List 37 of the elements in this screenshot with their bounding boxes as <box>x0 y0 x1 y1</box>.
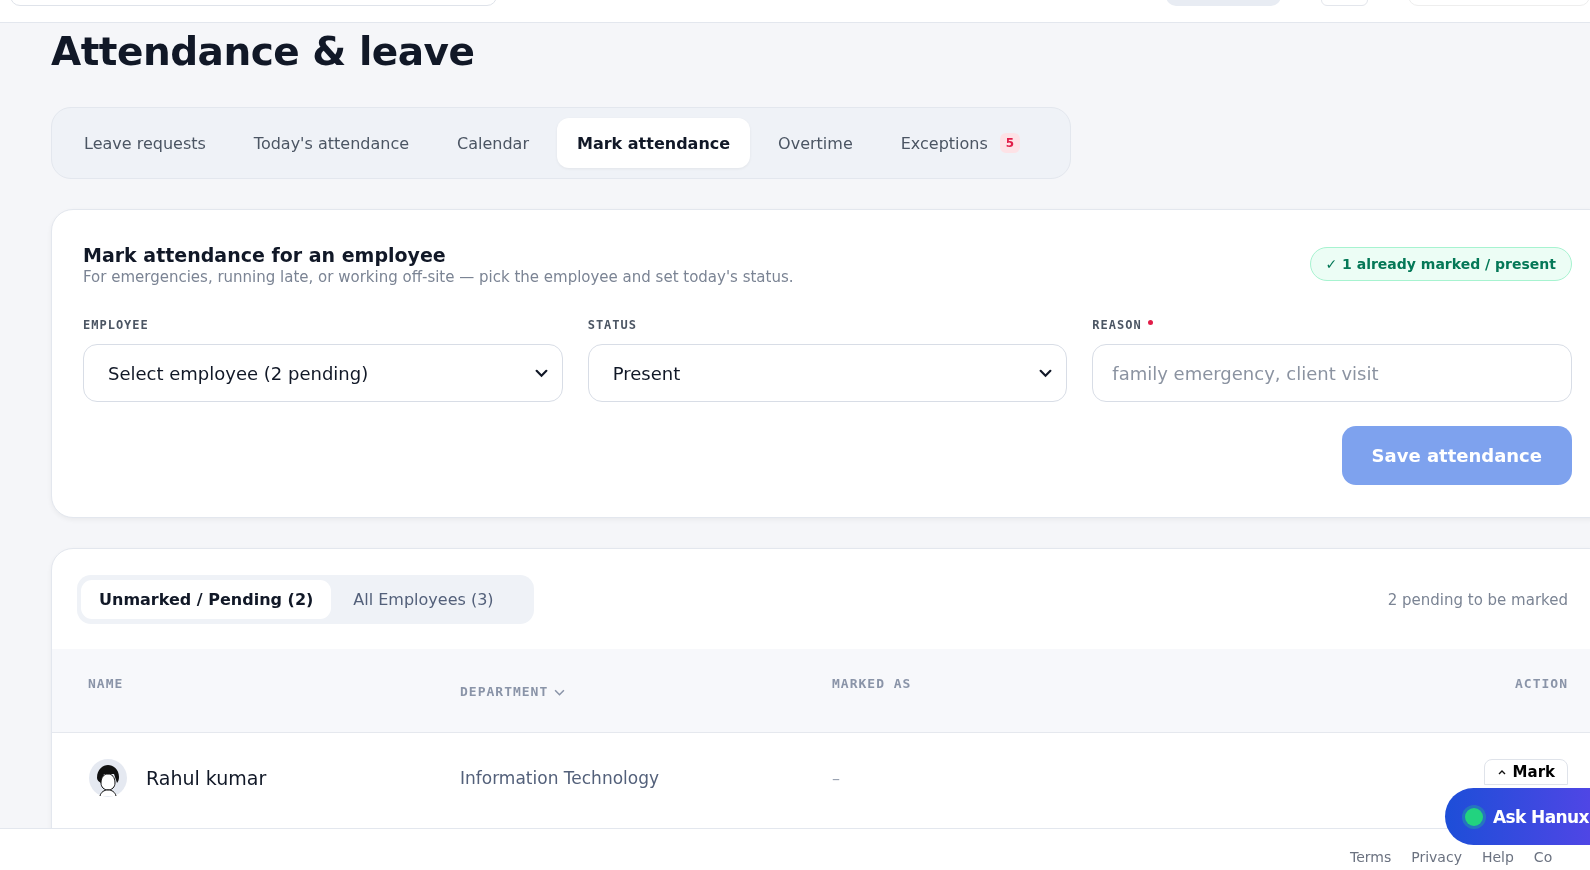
select-field[interactable]: Present <box>587 344 1068 402</box>
tab[interactable]: Exceptions 5 <box>880 118 1041 168</box>
employee-name: Rahul kumar <box>146 767 267 789</box>
card-title: Mark attendance for an employee <box>83 244 447 266</box>
tab[interactable]: Leave requests <box>64 118 226 168</box>
status-dot-icon <box>1465 807 1483 826</box>
sort-chevron-icon[interactable] <box>554 689 566 696</box>
assistant-button[interactable]: Ask Hanux <box>1445 788 1590 845</box>
footer-link[interactable]: Help <box>1481 849 1514 866</box>
column-header: MARKED AS <box>832 676 912 691</box>
table-cell: – <box>832 768 840 788</box>
tab[interactable]: Overtime <box>758 118 873 168</box>
footer-link[interactable]: Privacy <box>1411 849 1462 866</box>
avatar-icon <box>88 758 128 798</box>
chevron-down-icon <box>534 368 548 378</box>
tab[interactable]: Calendar <box>437 118 549 168</box>
count-badge: 5 <box>999 133 1021 153</box>
input-field[interactable]: family emergency, client visit <box>1092 344 1572 402</box>
tab[interactable]: Today's attendance <box>233 118 429 168</box>
status-pill: ✓ 1 already marked / present <box>1309 247 1572 281</box>
pending-summary: 2 pending to be marked <box>1387 590 1568 609</box>
footer-link[interactable]: Co <box>1533 849 1553 866</box>
chevron-down-icon <box>1039 368 1053 378</box>
field-label: STATUS <box>587 318 637 332</box>
column-header: ACTION <box>1515 676 1568 691</box>
select-field[interactable]: Select employee (2 pending) <box>83 344 563 402</box>
footer-link[interactable]: Terms <box>1350 849 1392 866</box>
page-title: Attendance & leave <box>51 28 476 76</box>
filter-tab[interactable]: All Employees (3) <box>335 580 512 619</box>
card-subtitle: For emergencies, running late, or working off-site — pick the employee and set today's status. <box>83 268 794 286</box>
table-cell: Information Technology <box>460 768 660 788</box>
column-header: NAME <box>88 676 124 691</box>
filter-tab[interactable]: Unmarked / Pending (2) <box>81 580 332 619</box>
field-label: REASON <box>1092 318 1142 332</box>
tab[interactable]: Mark attendance <box>556 118 751 168</box>
field-label: EMPLOYEE <box>83 318 149 332</box>
mark-button[interactable]: Mark <box>1483 759 1568 785</box>
